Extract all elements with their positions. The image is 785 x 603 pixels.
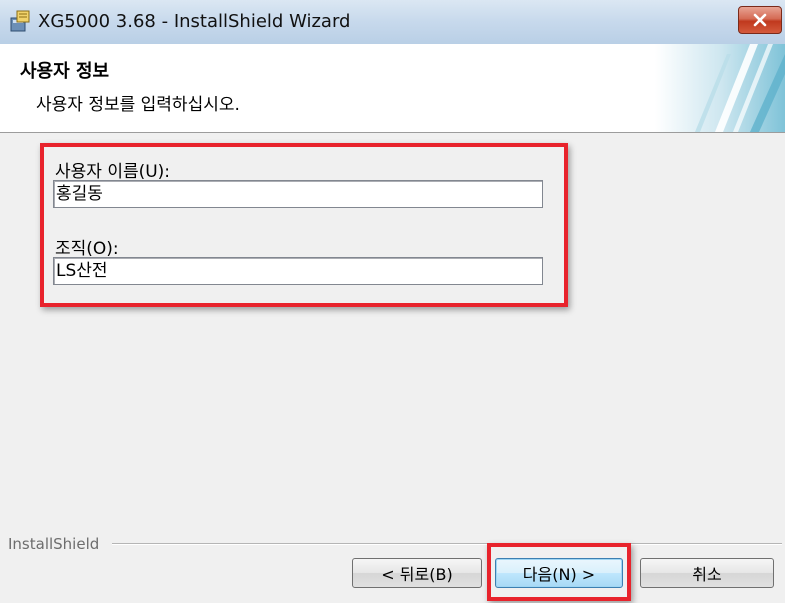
title-bar[interactable]: XG5000 3.68 - InstallShield Wizard [0,0,785,45]
installshield-wizard-window: XG5000 3.68 - InstallShield Wizard 사용자 정… [0,0,785,603]
banner-decoration [655,44,785,132]
close-button[interactable] [738,6,782,34]
brand-label: InstallShield [8,535,100,553]
close-icon [753,13,767,27]
page-subtitle: 사용자 정보를 입력하십시오. [36,95,240,115]
highlight-box-fields [40,143,568,307]
highlight-box-next [487,543,631,601]
installer-icon [10,10,30,32]
back-button[interactable]: < 뒤로(B) [352,558,482,588]
header-banner: 사용자 정보 사용자 정보를 입력하십시오. [0,44,785,133]
page-title: 사용자 정보 [20,61,110,82]
footer-divider [112,543,782,545]
window-title: XG5000 3.68 - InstallShield Wizard [38,11,351,32]
cancel-button[interactable]: 취소 [640,558,774,588]
